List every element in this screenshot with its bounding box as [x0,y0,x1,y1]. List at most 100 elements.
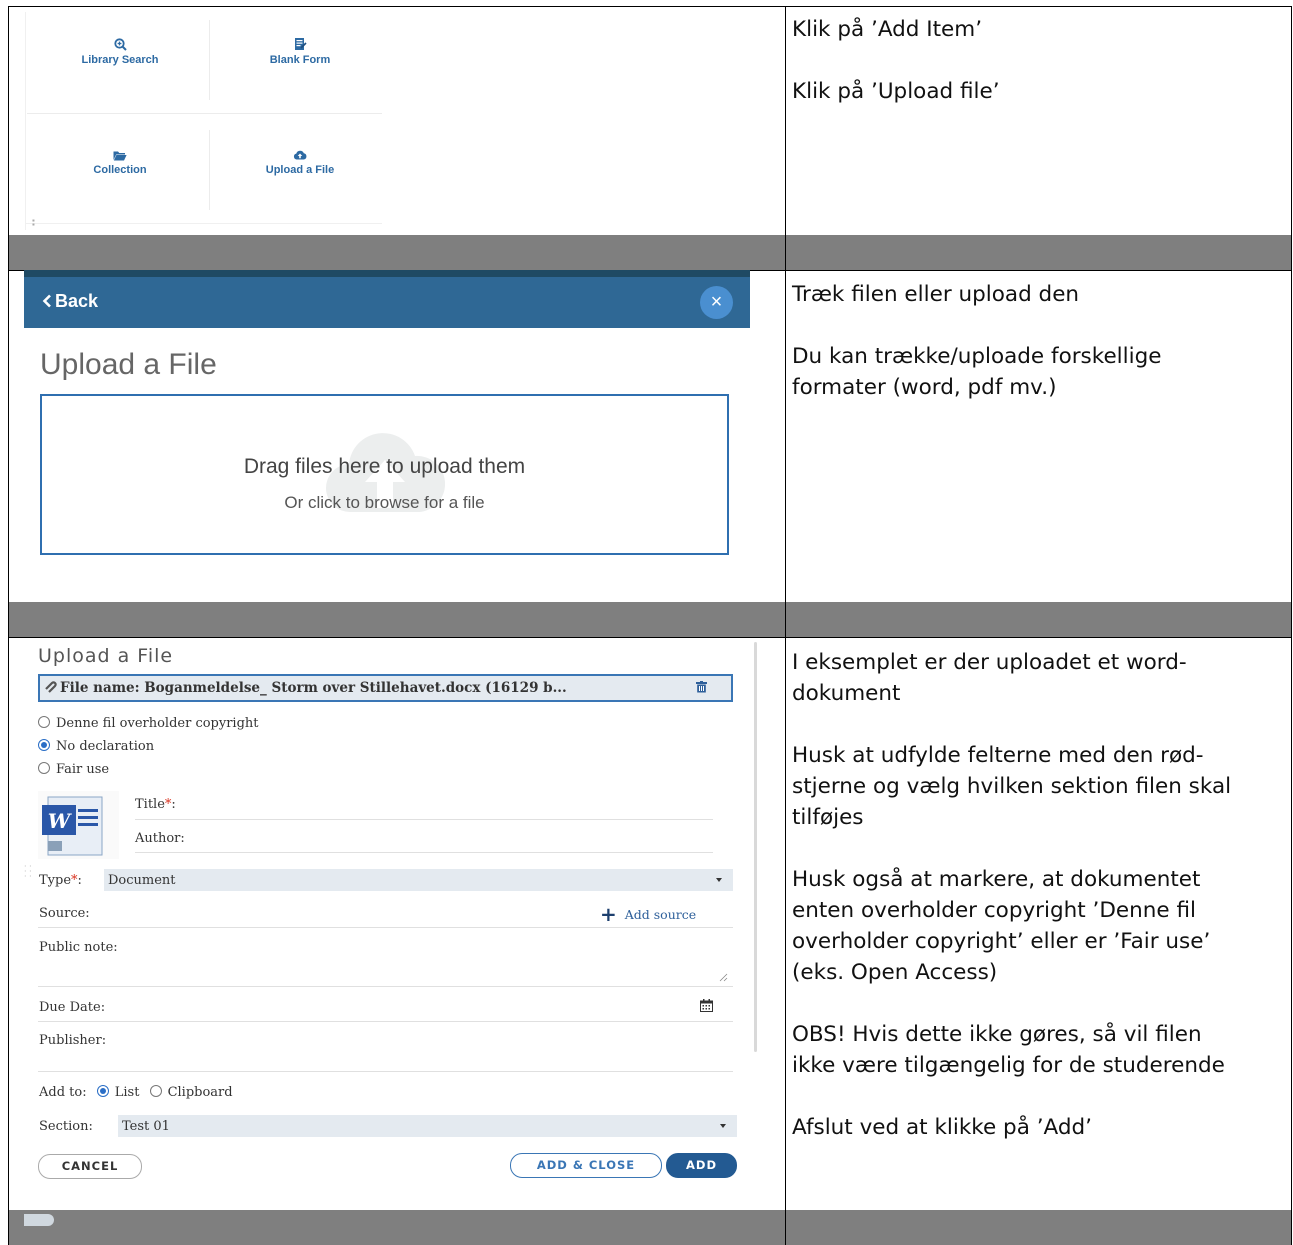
resize-handle-icon[interactable] [718,972,728,982]
file-name-text: File name: Boganmeldelse_ Storm over Sti… [60,680,567,696]
back-button[interactable]: Back [42,291,98,312]
note-text: Husk at udfylde felterne med den rød- [792,743,1204,768]
blank-form-tile[interactable]: Blank Form [210,37,390,66]
close-button[interactable]: × [700,286,733,319]
add-to-clipboard-option[interactable]: Clipboard [149,1085,233,1100]
note-text: dokument [792,681,901,706]
source-label: Source: [39,906,90,921]
paperclip-icon [45,681,57,693]
step-notes: Klik på ’Add Item’ Klik på ’Upload file’ [792,14,1000,107]
file-drop-zone[interactable]: Drag files here to upload them Or click … [40,394,729,555]
trash-icon[interactable] [696,681,707,693]
note-text: (eks. Open Access) [792,960,998,985]
add-source-label: Add source [624,907,697,922]
close-icon: × [710,291,723,313]
drop-zone-subtitle: Or click to browse for a file [284,493,485,512]
add-and-close-button[interactable]: ADD & CLOSE [510,1153,662,1178]
publisher-field[interactable]: Publisher: [39,1033,106,1048]
separator-row [9,602,1291,637]
note-text: Klik på ’Upload file’ [792,79,1000,104]
plus-icon: + [600,902,617,926]
add-to-row: Add to: List Clipboard [39,1085,233,1100]
note-text: stjerne og vælg hvilken sektion filen sk… [792,774,1232,799]
cancel-button[interactable]: CANCEL [38,1154,142,1179]
tile-label: Blank Form [269,54,331,66]
tile-label: Upload a File [265,164,335,176]
section-label: Section: [39,1119,93,1134]
note-text: OBS! Hvis dette ikke gøres, så vil filen [792,1022,1202,1047]
note-text: tilføjes [792,805,864,830]
option-label: Denne fil overholder copyright [56,716,259,731]
radio-button[interactable] [38,762,50,774]
title-field[interactable]: Title*: [135,797,176,812]
section-value: Test 01 [122,1119,170,1134]
step-notes: Træk filen eller upload den Du kan trækk… [792,279,1161,403]
collapsed-panel-tab[interactable] [24,1214,54,1226]
collection-tile[interactable]: Collection [30,150,210,176]
tile-label: Collection [93,164,147,176]
radio-button[interactable] [149,1085,162,1097]
uploaded-file-field: File name: Boganmeldelse_ Storm over Sti… [38,674,733,702]
title-label: Title [135,797,165,812]
type-label-group: Type*: [39,873,82,888]
title-label-suffix: : [171,797,176,812]
copyright-option-no-declaration[interactable]: No declaration [38,739,154,754]
cloud-upload-icon [293,150,307,160]
radio-button[interactable] [38,716,50,728]
note-text: Træk filen eller upload den [792,282,1080,307]
option-label: No declaration [56,739,155,754]
add-to-list-option[interactable]: List [96,1085,140,1100]
note-text: enten overholder copyright ’Denne fil [792,898,1196,923]
chevron-down-icon [716,878,722,882]
option-label: Fair use [56,762,110,777]
type-value: Document [108,873,176,888]
page-title: Upload a File [40,348,217,381]
note-text: overholder copyright’ eller er ’Fair use… [792,929,1211,954]
library-search-tile[interactable]: Library Search [30,38,210,66]
back-label: Back [55,291,99,311]
chevron-down-icon [720,1124,726,1128]
calendar-icon[interactable] [700,999,713,1012]
option-label: Clipboard [167,1085,233,1100]
drop-zone-title: Drag files here to upload them [243,455,526,478]
add-to-label: Add to: [39,1085,87,1100]
note-text: ikke være tilgængelig for de studerende [792,1053,1225,1078]
note-text: Klik på ’Add Item’ [792,17,983,42]
add-source-button[interactable]: + Add source [600,902,696,926]
public-note-field[interactable]: Public note: [39,940,118,955]
radio-button[interactable] [96,1085,109,1097]
app-top-strip [24,270,750,277]
step-notes: I eksemplet er der uploadet et word- dok… [792,647,1231,1143]
scrollbar[interactable] [754,642,757,1052]
word-document-icon: W [38,791,119,859]
note-text: Husk også at markere, at dokumentet [792,867,1201,892]
author-field[interactable]: Author: [135,831,185,846]
separator-row [9,235,1291,270]
add-item-tiles: Library Search Blank Form Collection Upl… [17,12,382,230]
drag-handle[interactable]: ▪ ▪ [32,217,35,229]
note-text: formater (word, pdf mv.) [792,375,1057,400]
radio-button[interactable] [38,739,50,751]
edit-form-icon [294,38,307,50]
section-select[interactable]: Test 01 [118,1115,737,1137]
chevron-left-icon [42,294,51,308]
note-text: I eksemplet er der uploadet et word- [792,650,1187,675]
option-label: List [114,1085,140,1100]
panel-header: Back × [24,277,750,328]
magnify-plus-icon [113,38,127,51]
type-label-suffix: : [77,873,82,888]
svg-text:W: W [48,809,73,833]
drag-handle[interactable]: · · · · · · [24,863,32,881]
note-text: Afslut ved at klikke på ’Add’ [792,1115,1092,1140]
form-title: Upload a File [38,645,174,667]
due-date-field[interactable]: Due Date: [39,1000,105,1015]
add-button[interactable]: ADD [666,1153,737,1178]
upload-file-tile[interactable]: Upload a File [210,149,390,176]
note-text: Du kan trække/uploade forskellige [792,344,1162,369]
copyright-option-fair-use[interactable]: Fair use [38,762,109,777]
type-label: Type [39,873,72,888]
folder-open-icon [113,151,127,161]
type-select[interactable]: Document [104,869,733,891]
copyright-option-compliant[interactable]: Denne fil overholder copyright [38,716,259,731]
tile-label: Library Search [81,54,159,66]
